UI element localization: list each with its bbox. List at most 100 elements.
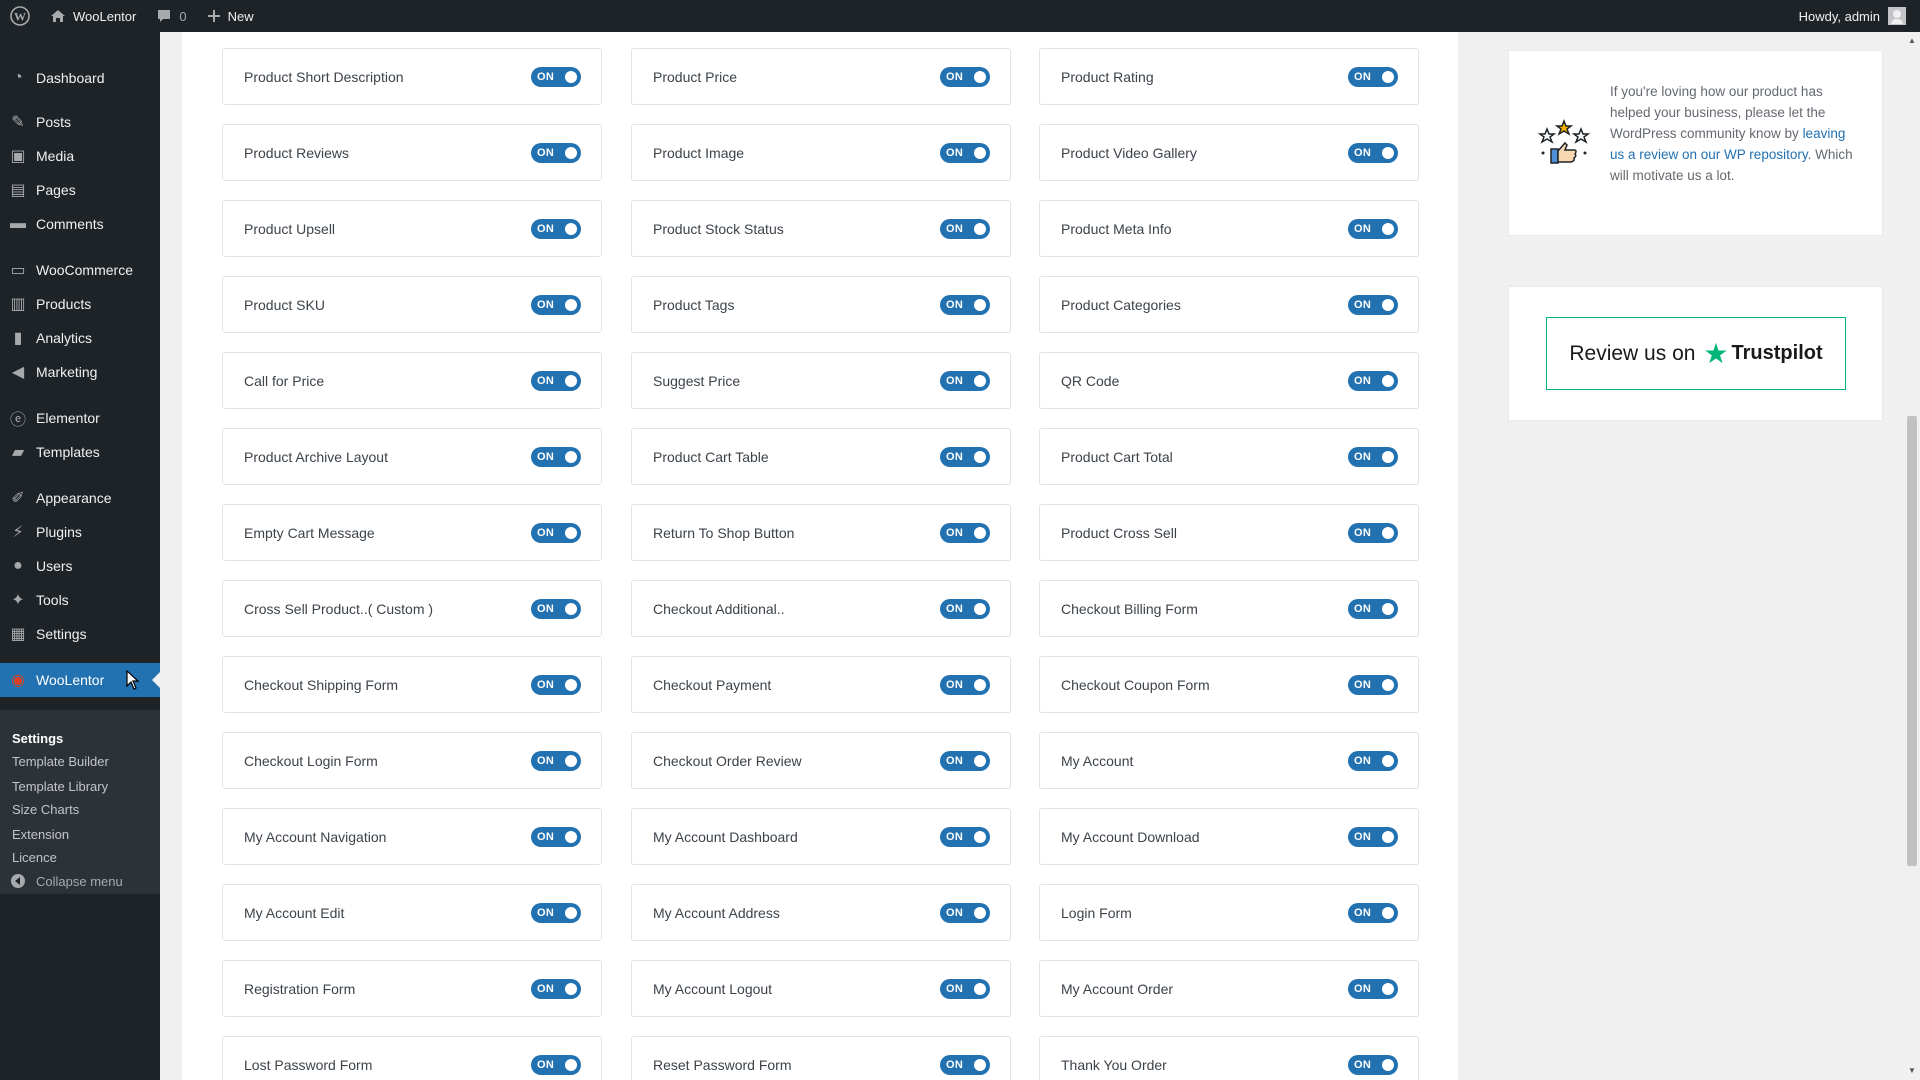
- element-toggle[interactable]: ON: [940, 750, 990, 771]
- collapse-menu-button[interactable]: Collapse menu: [0, 864, 160, 898]
- submenu-item-template-builder[interactable]: Template Builder: [12, 754, 109, 769]
- element-toggle[interactable]: ON: [1348, 142, 1398, 163]
- element-card: Registration Form ON: [222, 960, 602, 1017]
- page-scrollbar[interactable]: ▲ ▼: [1904, 32, 1920, 1080]
- element-toggle[interactable]: ON: [940, 826, 990, 847]
- sidebar-item-products[interactable]: ▥ Products: [0, 287, 160, 321]
- element-toggle[interactable]: ON: [531, 902, 581, 923]
- element-toggle[interactable]: ON: [1348, 218, 1398, 239]
- element-label: Product Cross Sell: [1061, 524, 1177, 541]
- element-toggle[interactable]: ON: [1348, 294, 1398, 315]
- element-toggle[interactable]: ON: [1348, 902, 1398, 923]
- element-toggle[interactable]: ON: [531, 142, 581, 163]
- sidebar-item-settings[interactable]: ▦ Settings: [0, 617, 160, 651]
- sidebar-item-analytics[interactable]: ▮ Analytics: [0, 321, 160, 355]
- element-card: My Account ON: [1039, 732, 1419, 789]
- pin-icon: ✎: [11, 114, 25, 131]
- sidebar-item-dashboard[interactable]: ◔ Dashboard: [0, 61, 160, 95]
- trustpilot-brand: Trustpilot: [1731, 342, 1823, 364]
- my-account-menu[interactable]: Howdy, admin: [1799, 0, 1906, 32]
- sidebar-item-label: Comments: [36, 216, 104, 232]
- element-toggle[interactable]: ON: [531, 370, 581, 391]
- element-toggle[interactable]: ON: [531, 826, 581, 847]
- element-toggle[interactable]: ON: [1348, 978, 1398, 999]
- element-toggle[interactable]: ON: [940, 522, 990, 543]
- element-toggle[interactable]: ON: [1348, 826, 1398, 847]
- element-toggle[interactable]: ON: [531, 522, 581, 543]
- scroll-down-icon[interactable]: ▼: [1908, 1066, 1916, 1075]
- element-toggle[interactable]: ON: [940, 218, 990, 239]
- trustpilot-star-icon: ★: [1703, 337, 1729, 369]
- element-toggle[interactable]: ON: [531, 446, 581, 467]
- element-toggle[interactable]: ON: [531, 750, 581, 771]
- sidebar-item-marketing[interactable]: ◀ Marketing: [0, 355, 160, 389]
- sidebar-item-posts[interactable]: ✎ Posts: [0, 105, 160, 139]
- toggle-on-label: ON: [1354, 830, 1372, 843]
- sidebar-item-label: Dashboard: [36, 70, 105, 86]
- element-toggle[interactable]: ON: [1348, 370, 1398, 391]
- element-toggle[interactable]: ON: [940, 902, 990, 923]
- howdy-text: Howdy, admin: [1798, 8, 1880, 24]
- element-toggle[interactable]: ON: [531, 598, 581, 619]
- element-toggle[interactable]: ON: [1348, 522, 1398, 543]
- sidebar-item-elementor[interactable]: ⓔ Elementor: [0, 401, 160, 435]
- submenu-item-licence[interactable]: Licence: [12, 850, 57, 865]
- element-toggle[interactable]: ON: [1348, 1054, 1398, 1075]
- submenu-item-extension[interactable]: Extension: [12, 827, 69, 842]
- trustpilot-review-button[interactable]: Review us on ★ Trustpilot: [1546, 317, 1846, 390]
- element-card: Product Categories ON: [1039, 276, 1419, 333]
- woolentor-icon: ◉: [11, 672, 25, 689]
- submenu-item-template-library[interactable]: Template Library: [12, 779, 108, 794]
- sidebar-item-appearance[interactable]: ✐ Appearance: [0, 481, 160, 515]
- element-label: My Account Logout: [653, 980, 773, 997]
- element-toggle[interactable]: ON: [940, 598, 990, 619]
- sidebar-item-templates[interactable]: ▰ Templates: [0, 435, 160, 469]
- toggle-on-label: ON: [1354, 526, 1372, 539]
- submenu-item-size-charts[interactable]: Size Charts: [12, 802, 79, 817]
- site-name-link[interactable]: WooLentor: [40, 0, 146, 32]
- element-toggle[interactable]: ON: [1348, 674, 1398, 695]
- element-toggle[interactable]: ON: [1348, 750, 1398, 771]
- element-toggle[interactable]: ON: [940, 978, 990, 999]
- element-label: Call for Price: [244, 372, 325, 389]
- element-toggle[interactable]: ON: [940, 1054, 990, 1075]
- element-toggle[interactable]: ON: [531, 674, 581, 695]
- comments-link[interactable]: 0: [146, 0, 196, 32]
- element-toggle[interactable]: ON: [531, 294, 581, 315]
- scroll-thumb[interactable]: [1907, 416, 1917, 866]
- submenu-item-settings[interactable]: Settings: [12, 731, 63, 746]
- sidebar-item-media[interactable]: ▣ Media: [0, 139, 160, 173]
- element-toggle[interactable]: ON: [940, 370, 990, 391]
- wordpress-logo-button[interactable]: W: [0, 0, 40, 32]
- scroll-up-icon[interactable]: ▲: [1908, 36, 1916, 45]
- toggle-knob: [565, 754, 577, 767]
- sidebar-item-tools[interactable]: ✦ Tools: [0, 583, 160, 617]
- element-label: My Account Dashboard: [653, 828, 798, 845]
- sidebar-item-woocommerce[interactable]: ▭ WooCommerce: [0, 253, 160, 287]
- element-toggle[interactable]: ON: [940, 674, 990, 695]
- element-card: Product Stock Status ON: [631, 200, 1011, 257]
- element-card: Thank You Order ON: [1039, 1036, 1419, 1080]
- sidebar-item-pages[interactable]: ▤ Pages: [0, 173, 160, 207]
- element-label: Product Upsell: [244, 220, 336, 237]
- toggle-on-label: ON: [1354, 602, 1372, 615]
- element-toggle[interactable]: ON: [940, 142, 990, 163]
- wordpress-icon: W: [10, 6, 30, 26]
- sidebar-item-users[interactable]: ● Users: [0, 549, 160, 583]
- element-toggle[interactable]: ON: [531, 978, 581, 999]
- new-content-link[interactable]: New: [197, 0, 264, 32]
- element-toggle[interactable]: ON: [940, 446, 990, 467]
- element-toggle[interactable]: ON: [1348, 446, 1398, 467]
- element-toggle[interactable]: ON: [1348, 598, 1398, 619]
- element-toggle[interactable]: ON: [940, 66, 990, 87]
- element-toggle[interactable]: ON: [940, 294, 990, 315]
- sidebar-item-plugins[interactable]: ⚡ Plugins: [0, 515, 160, 549]
- element-toggle[interactable]: ON: [531, 218, 581, 239]
- toggle-knob: [565, 450, 577, 463]
- element-toggle[interactable]: ON: [531, 66, 581, 87]
- element-label: My Account: [1061, 752, 1134, 769]
- element-toggle[interactable]: ON: [531, 1054, 581, 1075]
- sidebar-item-comments[interactable]: ▬ Comments: [0, 207, 160, 241]
- element-toggle[interactable]: ON: [1348, 66, 1398, 87]
- element-card: My Account Logout ON: [631, 960, 1011, 1017]
